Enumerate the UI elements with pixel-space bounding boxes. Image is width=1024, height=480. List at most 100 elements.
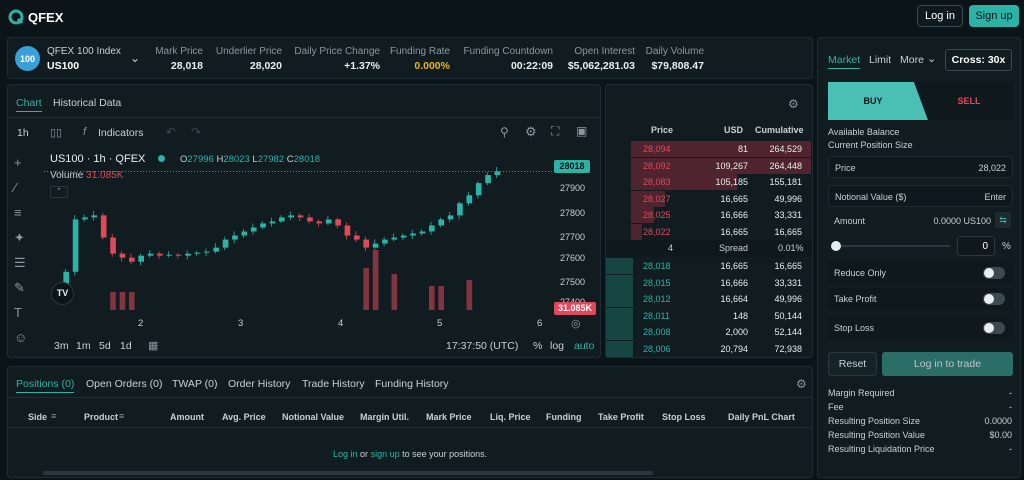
candle-type-icon[interactable]: ▯▯ <box>50 126 62 139</box>
tab-trade-history[interactable]: Trade History <box>302 378 365 390</box>
candle-body <box>466 195 473 204</box>
ask-row[interactable]: 28,025 16,666 33,331 <box>610 207 810 223</box>
fullscreen-icon[interactable]: ⛶ <box>551 124 559 139</box>
tab-funding-history[interactable]: Funding History <box>375 378 449 390</box>
stop-loss-toggle[interactable] <box>983 322 1005 334</box>
bid-row[interactable]: 28,006 20,794 72,938 <box>610 341 810 357</box>
log-scale-toggle[interactable]: log <box>550 340 564 352</box>
crosshair-icon[interactable]: + <box>14 155 34 180</box>
price-field[interactable]: Price 28,022 <box>828 156 1013 178</box>
bid-row[interactable]: 28,018 16,665 16,665 <box>610 258 810 274</box>
notional-value-field[interactable]: Notional Value ($) Enter <box>828 185 1013 207</box>
summary-label: Resulting Position Size <box>828 416 921 426</box>
percent-scale-toggle[interactable]: % <box>533 340 542 352</box>
buy-tab[interactable]: BUY <box>828 82 918 120</box>
reduce-only-toggle[interactable] <box>983 267 1005 279</box>
bid-row[interactable]: 28,011 148 50,144 <box>610 308 810 324</box>
ask-row[interactable]: 28,094 81 264,529 <box>610 141 810 157</box>
ask-row[interactable]: 28,083 105,185 155,181 <box>610 174 810 190</box>
amount-slider-track[interactable] <box>835 245 950 247</box>
interval-selector[interactable]: 1h <box>17 127 29 139</box>
text-tool-icon[interactable]: T <box>14 305 34 330</box>
summary-value: - <box>1009 444 1012 454</box>
candle-body <box>213 247 219 252</box>
calendar-icon[interactable]: ▦ <box>148 339 158 352</box>
trend-line-icon[interactable]: ∕ <box>14 180 34 205</box>
summary-value: $0.00 <box>989 430 1012 440</box>
reset-button[interactable]: Reset <box>828 352 877 376</box>
range-1d[interactable]: 1d <box>120 340 132 352</box>
empty-signup-link[interactable]: sign up <box>371 449 400 459</box>
signup-button[interactable]: Sign up <box>969 5 1019 27</box>
filter-icon[interactable]: ≡ <box>119 411 124 421</box>
chevron-down-icon[interactable]: ⌄ <box>130 51 140 65</box>
zoom-icon[interactable]: ⚲ <box>500 125 509 139</box>
column-header[interactable]: Side <box>28 412 47 422</box>
range-3m[interactable]: 3m <box>54 340 69 352</box>
tab-open-orders[interactable]: Open Orders (0) <box>86 378 162 390</box>
empty-login-link[interactable]: Log in <box>333 449 358 459</box>
range-5d[interactable]: 5d <box>99 340 111 352</box>
horizontal-scrollbar[interactable] <box>43 471 653 475</box>
market-selector[interactable]: QFEX 100 Index US100 <box>47 46 121 72</box>
login-button[interactable]: Log in <box>917 5 963 27</box>
undo-icon[interactable]: ↶ <box>166 125 176 139</box>
ask-row[interactable]: 28,022 16,665 16,665 <box>610 224 810 240</box>
tab-positions[interactable]: Positions (0) <box>16 378 75 393</box>
axis-settings-icon[interactable]: ◎ <box>571 317 581 330</box>
leverage-button[interactable]: Cross: 30x <box>945 49 1012 71</box>
horizontal-lines-icon[interactable]: ≡ <box>14 205 34 230</box>
order-type-limit[interactable]: Limit <box>869 54 891 66</box>
positions-settings-icon[interactable]: ⚙ <box>796 377 807 391</box>
bid-row[interactable]: 28,015 16,666 33,331 <box>610 275 810 291</box>
stat-underlier-price: Underlier Price 28,020 <box>215 46 282 72</box>
slider-percent-input[interactable]: 0 <box>957 236 995 256</box>
auto-scale-toggle[interactable]: auto <box>574 340 594 352</box>
ask-row[interactable]: 28,027 16,665 49,996 <box>610 191 810 207</box>
bid-row[interactable]: 28,012 16,664 49,996 <box>610 291 810 307</box>
tab-historical-data[interactable]: Historical Data <box>53 97 121 109</box>
candle-body <box>363 239 369 248</box>
candle-body <box>147 253 154 256</box>
column-header[interactable]: Product <box>84 412 118 422</box>
redo-icon[interactable]: ↷ <box>191 125 201 139</box>
order-type-market[interactable]: Market <box>828 54 861 69</box>
tab-twap[interactable]: TWAP (0) <box>172 378 218 390</box>
fib-icon[interactable]: ☰ <box>14 255 34 280</box>
orderbook-settings-icon[interactable]: ⚙ <box>788 97 799 111</box>
indicators-icon[interactable]: f <box>83 126 86 138</box>
stat-daily-change: Daily Price Change +1.37% <box>294 46 380 72</box>
take-profit-toggle[interactable] <box>983 293 1005 305</box>
filter-icon[interactable]: ≡ <box>51 411 56 421</box>
tab-chart[interactable]: Chart <box>16 97 42 112</box>
amount-field[interactable]: Amount 0.0000 US100 ⇆ <box>828 210 1013 232</box>
order-type-more[interactable]: More <box>900 54 924 66</box>
pattern-icon[interactable]: ✦ <box>14 230 34 255</box>
sell-tab[interactable]: SELL <box>925 82 1013 120</box>
camera-icon[interactable]: ▣ <box>576 124 587 138</box>
range-1m[interactable]: 1m <box>76 340 91 352</box>
candle-body <box>400 235 407 238</box>
bid-row[interactable]: 28,008 2,000 52,144 <box>610 324 810 340</box>
swap-icon[interactable]: ⇆ <box>995 212 1011 228</box>
amount-slider-handle[interactable] <box>831 241 841 251</box>
stat-mark-price: Mark Price 28,018 <box>155 46 203 72</box>
volume-bar <box>438 286 444 310</box>
tradingview-logo[interactable]: TV <box>51 282 74 305</box>
candle-body <box>344 225 351 236</box>
chevron-down-icon[interactable]: ⌄ <box>927 52 936 65</box>
settings-icon[interactable]: ⚙ <box>525 124 537 140</box>
volume-bar <box>119 292 126 310</box>
ask-row[interactable]: 28,092 109,267 264,448 <box>610 158 810 174</box>
price-chart[interactable] <box>44 160 554 315</box>
candle-body <box>157 253 163 256</box>
candle-body <box>72 219 79 272</box>
logo[interactable]: QFEX <box>8 9 63 25</box>
login-to-trade-button[interactable]: Log in to trade <box>882 352 1013 376</box>
indicators-button[interactable]: Indicators <box>98 127 144 139</box>
emoji-icon[interactable]: ☺ <box>14 330 34 355</box>
tab-order-history[interactable]: Order History <box>228 378 290 390</box>
current-position-label: Current Position Size <box>828 140 913 150</box>
brush-icon[interactable]: ✎ <box>14 280 34 305</box>
column-header: Liq. Price <box>490 412 531 422</box>
